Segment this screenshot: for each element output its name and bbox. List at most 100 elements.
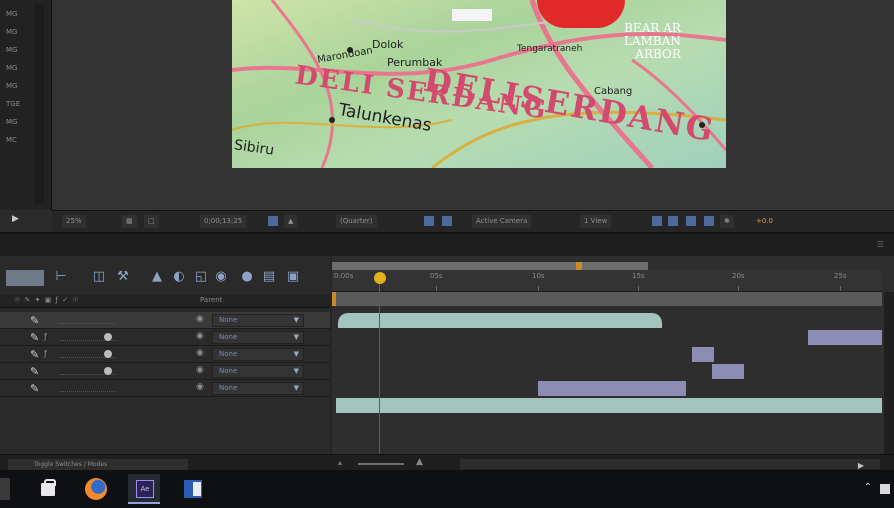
work-area-bar[interactable] — [332, 262, 648, 270]
toggle-pixel-icon[interactable] — [652, 216, 662, 226]
time-ruler[interactable]: 0:00s 05s 10s 15s 20s 25s — [332, 270, 882, 292]
parent-dropdown[interactable]: None ▼ — [212, 331, 304, 344]
chevron-down-icon: ▼ — [293, 367, 299, 375]
layer-duration-bar[interactable] — [336, 398, 882, 413]
comp-start-marker — [332, 292, 336, 306]
layer-duration-bar[interactable] — [538, 381, 686, 396]
playhead-handle[interactable] — [374, 272, 386, 284]
comp-icon[interactable]: ▣ — [284, 268, 302, 286]
playhead-line[interactable] — [379, 284, 380, 454]
switch-slots[interactable] — [60, 316, 116, 324]
brainstorm-icon[interactable]: ◉ — [212, 268, 230, 286]
store-icon[interactable] — [32, 474, 64, 504]
pickwhip-icon[interactable]: ◉ — [196, 314, 204, 324]
layer-duration-bar[interactable] — [338, 313, 662, 328]
solo-icon[interactable] — [104, 367, 112, 375]
pickwhip-icon[interactable]: ◉ — [196, 365, 204, 375]
pickwhip-icon[interactable]: ◉ — [196, 382, 204, 392]
after-effects-icon[interactable]: Ae — [128, 474, 160, 504]
timeline-vertical-scrollbar[interactable] — [884, 292, 894, 454]
layer-row[interactable]: ✎ ◉ None ▼ — [0, 363, 330, 380]
zoom-in-icon[interactable]: ▲ — [416, 457, 423, 467]
zoom-dropdown[interactable]: 25% — [62, 215, 86, 228]
project-item[interactable]: MG — [6, 82, 26, 90]
start-button[interactable] — [0, 478, 10, 500]
word-icon[interactable] — [176, 474, 208, 504]
layer-row[interactable]: ✎ ƒ ◉ None ▼ — [0, 329, 330, 346]
exposure-value[interactable]: +0.0 — [752, 215, 777, 228]
ruler-tick-label: 15s — [632, 272, 645, 280]
ruler-tick-label: 10s — [532, 272, 545, 280]
project-item[interactable]: MG — [6, 10, 26, 18]
panel-expand-icon[interactable]: ▶ — [12, 214, 19, 224]
project-item[interactable]: MG — [6, 118, 26, 126]
layer-row[interactable]: ✎ ƒ ◉ None ▼ — [0, 346, 330, 363]
layer-row[interactable]: ✎ ◉ None ▼ — [0, 312, 330, 329]
snapshot-icon[interactable] — [268, 216, 278, 226]
layer-row[interactable]: ✎ ◉ None ▼ — [0, 380, 330, 397]
fx-icon[interactable]: ƒ — [44, 349, 47, 358]
channel-icon[interactable]: ▲ — [284, 215, 298, 228]
tray-chevron-up-icon[interactable]: ⌃ — [864, 482, 872, 493]
switch-slots[interactable] — [60, 384, 116, 392]
solo-icon[interactable] — [104, 350, 112, 358]
flowchart-icon[interactable] — [704, 216, 714, 226]
parent-dropdown[interactable]: None ▼ — [212, 365, 304, 378]
ruler-tick — [538, 286, 539, 291]
timeline-graph: 0:00s 05s 10s 15s 20s 25s — [332, 256, 894, 454]
parent-column-header[interactable]: Parent — [200, 296, 222, 304]
reset-exposure-icon[interactable]: ✱ — [720, 215, 734, 228]
timeline-icon[interactable] — [686, 216, 696, 226]
trash-icon[interactable]: ▤ — [260, 268, 278, 286]
graph-editor-icon[interactable]: ◱ — [192, 268, 210, 286]
motion-blur-icon[interactable]: ◐ — [170, 268, 188, 286]
layer-duration-bar[interactable] — [712, 364, 744, 379]
timeline-panel: ☰ ⊢ ◫ ⚒ ▲ ◐ ◱ ◉ ● ▤ ▣ ☉ ✎ ✦ ▣ ƒ ✓ ☉ Pare… — [0, 232, 894, 472]
project-item[interactable]: MG — [6, 64, 26, 72]
parent-dropdown[interactable]: None ▼ — [212, 382, 304, 395]
fx-icon[interactable]: ƒ — [44, 332, 47, 341]
firefox-icon[interactable] — [80, 474, 112, 504]
comment-icon[interactable]: ● — [238, 268, 256, 286]
zoom-out-icon[interactable]: ▴ — [338, 458, 342, 467]
pickwhip-icon[interactable]: ◉ — [196, 331, 204, 341]
timeline-horizontal-scrollbar[interactable]: ▶ — [460, 459, 880, 470]
work-area-end-handle[interactable] — [576, 262, 582, 270]
layer-search-input[interactable] — [6, 270, 44, 286]
fast-preview-icon[interactable] — [668, 216, 678, 226]
layer-duration-bar[interactable] — [808, 330, 882, 345]
region-of-interest-icon[interactable] — [424, 216, 434, 226]
project-scrollbar[interactable] — [34, 4, 44, 204]
ruler-tick-label: 25s — [834, 272, 847, 280]
project-item[interactable]: MG — [6, 46, 26, 54]
map-corner-text: BEAR AR LAMBAN ARBOR — [624, 21, 681, 61]
zoom-track[interactable] — [358, 463, 404, 465]
transparency-grid-icon[interactable] — [442, 216, 452, 226]
shy-layers-icon[interactable]: ⚒ — [114, 268, 132, 286]
map-place-label: Tengaratraneh — [517, 44, 583, 54]
parent-dropdown[interactable]: None ▼ — [212, 348, 304, 361]
project-item[interactable]: TGE — [6, 100, 26, 108]
parent-dropdown[interactable]: None ▼ — [212, 314, 304, 327]
layer-duration-bar[interactable] — [692, 347, 714, 362]
toggle-switches-modes-button[interactable]: Toggle Switches / Modes — [8, 459, 188, 470]
project-item[interactable]: MG — [6, 28, 26, 36]
draft-3d-icon[interactable]: ◫ — [90, 268, 108, 286]
project-item[interactable]: MC — [6, 136, 26, 144]
views-dropdown[interactable]: 1 View — [580, 215, 612, 228]
mask-toggle-icon[interactable]: □ — [144, 215, 159, 228]
map-footage[interactable]: DELI SERDANG DELISERDANG Dolok Perumbak … — [232, 0, 726, 168]
timeline-zoom-slider[interactable]: ▴ ▲ — [336, 457, 446, 467]
scroll-right-icon[interactable]: ▶ — [858, 461, 864, 470]
resolution-dropdown[interactable]: (Quarter) — [336, 215, 377, 228]
panel-menu-icon[interactable]: ☰ — [877, 240, 884, 249]
timecode-field[interactable]: 0;00;13;25 — [200, 215, 247, 228]
solo-icon[interactable] — [104, 333, 112, 341]
pickwhip-icon[interactable]: ◉ — [196, 348, 204, 358]
grid-toggle-icon[interactable]: ▦ — [122, 215, 137, 228]
timeline-tab-strip: ☰ — [0, 234, 894, 256]
frame-blending-icon[interactable]: ▲ — [148, 268, 166, 286]
comp-mini-flowchart-icon[interactable]: ⊢ — [52, 268, 70, 286]
camera-dropdown[interactable]: Active Camera — [472, 215, 532, 228]
tray-app-icon[interactable] — [880, 484, 890, 494]
